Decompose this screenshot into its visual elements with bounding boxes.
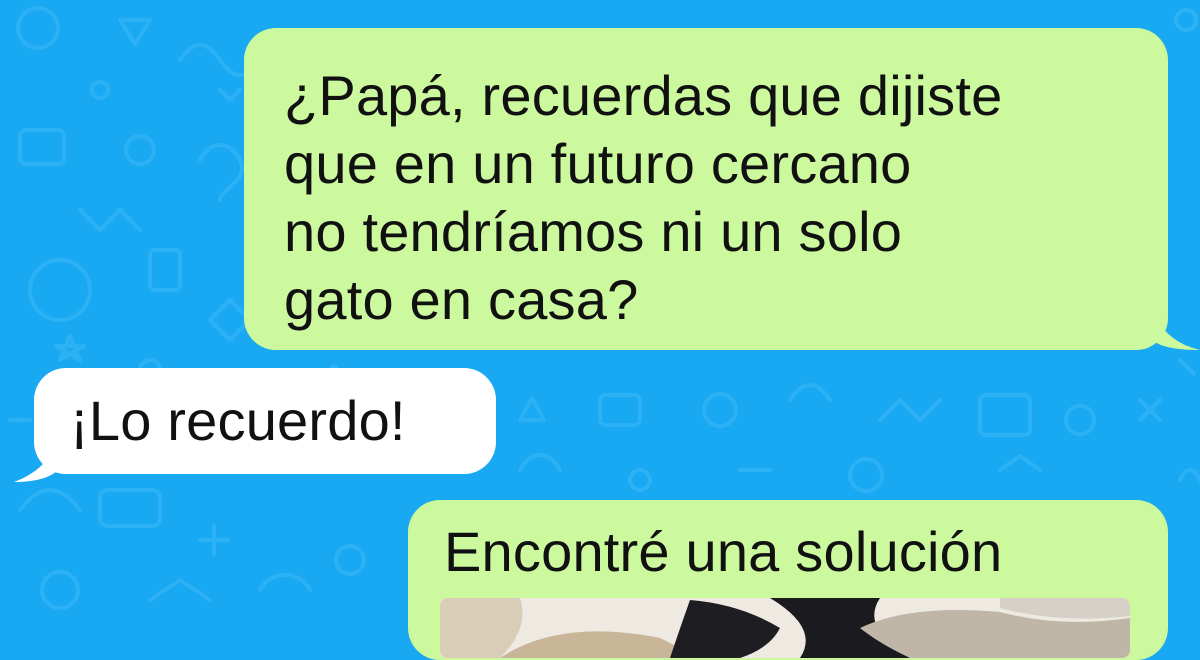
message-bubble-received[interactable]: ¡Lo recuerdo!	[14, 368, 496, 482]
bubble-tail	[1152, 310, 1200, 350]
cat-photo-image	[440, 598, 1130, 658]
message-bubble-sent[interactable]: Encontré una solución	[408, 500, 1168, 660]
message-text: ¿Papá, recuerdas que dijiste que en un f…	[284, 64, 1003, 331]
message-text: ¡Lo recuerdo!	[70, 389, 406, 452]
message-bubble-sent[interactable]: ¿Papá, recuerdas que dijiste que en un f…	[244, 28, 1200, 350]
cat-photo[interactable]	[440, 598, 1130, 658]
message-text: Encontré una solución	[444, 520, 1003, 583]
bubble-tail	[14, 442, 58, 482]
